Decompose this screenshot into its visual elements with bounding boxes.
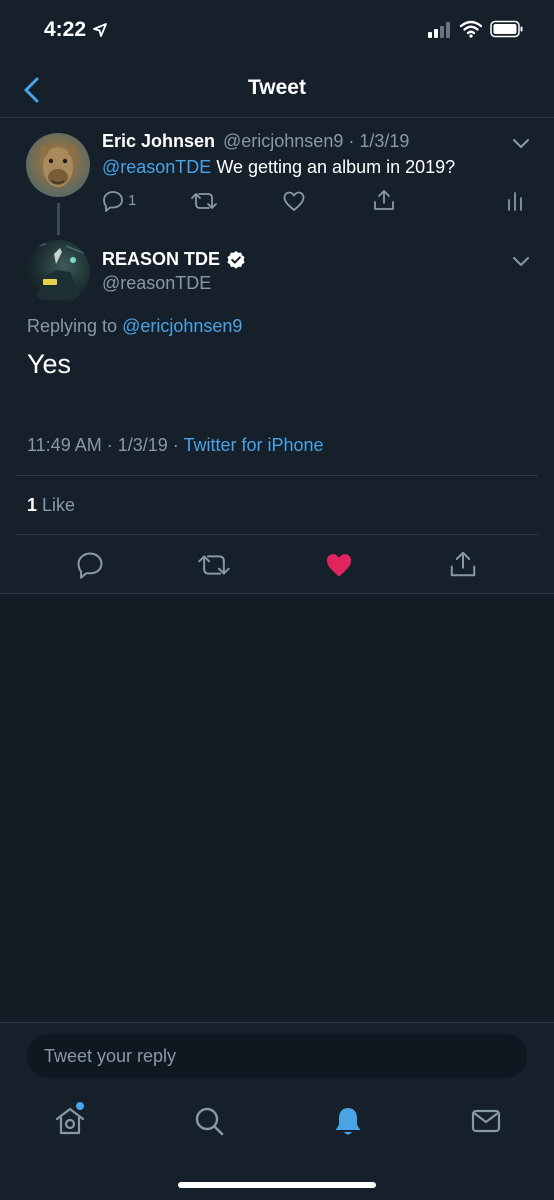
parent-tweet-body: We getting an album in 2019? bbox=[211, 157, 456, 177]
reply-count: 1 bbox=[128, 192, 137, 209]
tweet-time-date: 11:49 AM · 1/3/19 · bbox=[27, 435, 184, 455]
status-bar: 4:22 bbox=[0, 0, 554, 60]
nav-header: Tweet bbox=[0, 60, 554, 118]
main-tweet-author-name[interactable]: REASON TDE bbox=[102, 249, 220, 270]
home-unread-dot bbox=[76, 1102, 84, 1110]
like-label: Like bbox=[37, 495, 76, 515]
concert-avatar-image bbox=[29, 243, 87, 300]
replying-to-handle[interactable]: @ericjohnsen9 bbox=[122, 316, 242, 336]
parent-tweet-handle-date[interactable]: @ericjohnsen9 · 1/3/19 bbox=[223, 131, 409, 152]
location-arrow-icon bbox=[93, 23, 107, 37]
like-count: 1 bbox=[27, 495, 38, 515]
mail-icon[interactable] bbox=[469, 1104, 503, 1138]
retweet-icon[interactable] bbox=[191, 190, 217, 212]
divider bbox=[16, 534, 538, 535]
bell-icon[interactable] bbox=[331, 1104, 365, 1138]
parent-tweet-actions: 1 bbox=[102, 188, 532, 214]
wifi-icon bbox=[460, 20, 482, 38]
tweet-timestamp: 11:49 AM · 1/3/19 · Twitter for iPhone bbox=[27, 435, 324, 456]
divider bbox=[16, 475, 538, 476]
thread-connector-line bbox=[57, 203, 60, 235]
search-icon[interactable] bbox=[192, 1104, 226, 1138]
reply-icon[interactable] bbox=[102, 190, 124, 212]
like-icon[interactable] bbox=[283, 190, 305, 212]
like-icon-filled[interactable] bbox=[325, 551, 353, 579]
replying-to-line: Replying to @ericjohnsen9 bbox=[27, 316, 242, 337]
main-tweet-actions bbox=[0, 548, 554, 582]
main-tweet-text: Yes bbox=[27, 349, 72, 379]
divider bbox=[0, 593, 554, 594]
parent-tweet-author-name[interactable]: Eric Johnsen bbox=[102, 131, 215, 152]
parent-tweet-text: @reasonTDE We getting an album in 2019? bbox=[102, 157, 455, 178]
tweet-source-link[interactable]: Twitter for iPhone bbox=[183, 435, 323, 455]
status-time: 4:22 bbox=[44, 18, 87, 41]
page-title: Tweet bbox=[248, 76, 306, 99]
verified-icon bbox=[227, 251, 245, 269]
camel-avatar-image bbox=[40, 145, 76, 187]
tweet-reply-input[interactable] bbox=[27, 1034, 527, 1078]
share-icon[interactable] bbox=[372, 188, 396, 212]
signal-icon bbox=[428, 22, 450, 38]
parent-tweet-mention[interactable]: @reasonTDE bbox=[102, 157, 211, 177]
analytics-icon[interactable] bbox=[506, 190, 524, 212]
chevron-down-icon[interactable] bbox=[511, 137, 531, 151]
avatar-reason-tde[interactable] bbox=[26, 240, 90, 304]
replying-to-prefix: Replying to bbox=[27, 316, 123, 336]
chevron-down-icon[interactable] bbox=[511, 255, 531, 269]
reply-icon[interactable] bbox=[76, 551, 104, 579]
likes-summary[interactable]: 1 Like bbox=[27, 495, 75, 516]
battery-icon bbox=[490, 20, 523, 38]
retweet-icon[interactable] bbox=[198, 551, 230, 579]
home-indicator bbox=[178, 1182, 376, 1188]
avatar-eric-johnsen[interactable] bbox=[26, 133, 90, 197]
share-icon[interactable] bbox=[448, 549, 478, 579]
main-tweet-handle[interactable]: @reasonTDE bbox=[102, 273, 211, 294]
